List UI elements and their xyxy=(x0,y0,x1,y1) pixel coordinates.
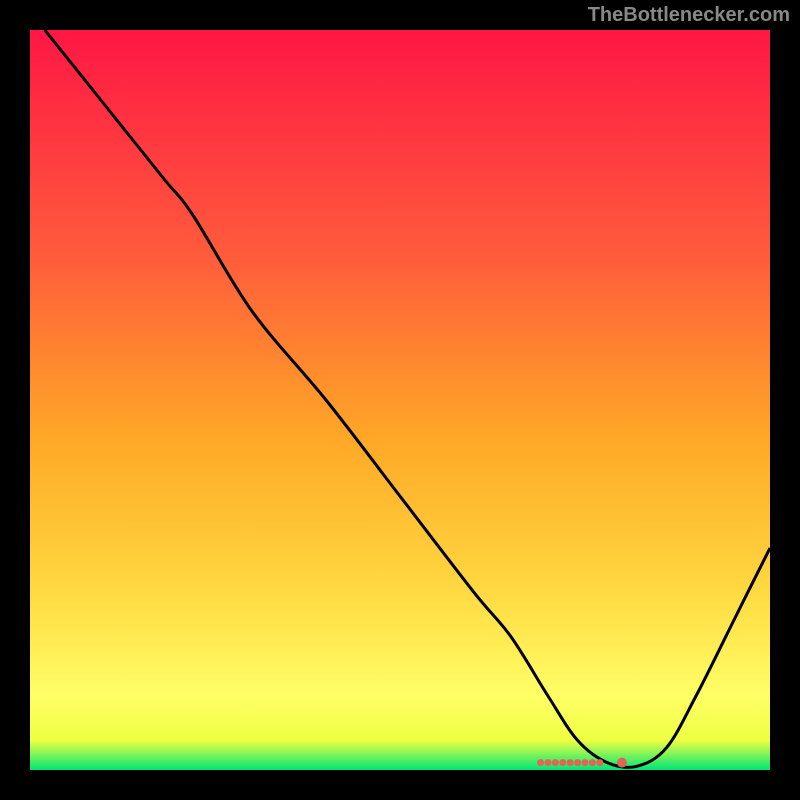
marker-point xyxy=(567,759,574,766)
marker-point xyxy=(559,759,566,766)
marker-point xyxy=(582,759,589,766)
marker-point xyxy=(617,758,627,768)
chart-container: TheBottlenecker.com xyxy=(0,0,800,800)
curve-layer xyxy=(30,30,770,770)
marker-point xyxy=(596,759,603,766)
marker-point xyxy=(537,759,544,766)
marker-point xyxy=(574,759,581,766)
marker-point xyxy=(545,759,552,766)
plot-area xyxy=(30,30,770,770)
watermark-text: TheBottlenecker.com xyxy=(588,4,790,27)
bottleneck-curve xyxy=(45,30,770,767)
marker-point xyxy=(589,759,596,766)
marker-point xyxy=(552,759,559,766)
